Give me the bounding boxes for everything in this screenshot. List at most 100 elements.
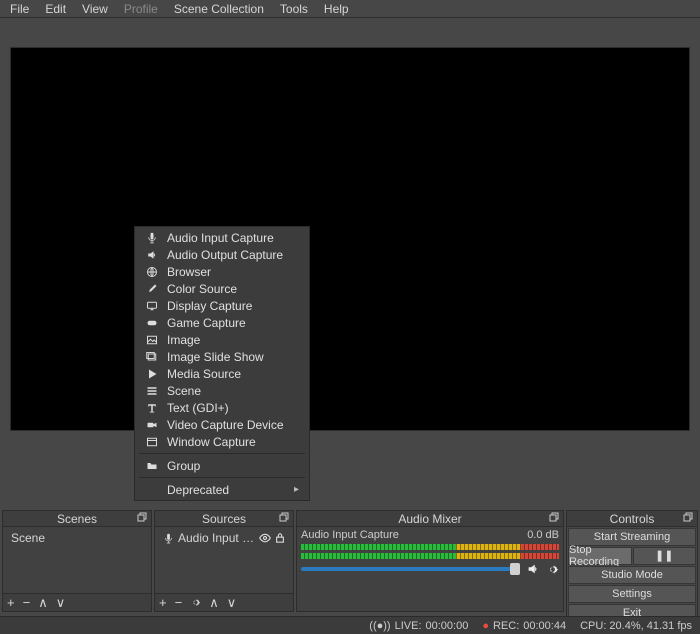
ctx-label: Text (GDI+) <box>167 401 229 415</box>
settings-button[interactable]: Settings <box>568 585 696 603</box>
scene-list-item[interactable]: Scene <box>7 529 147 547</box>
ctx-media-source[interactable]: Media Source <box>135 365 309 382</box>
ctx-video-capture-device[interactable]: Video Capture Device <box>135 416 309 433</box>
ctx-scene[interactable]: Scene <box>135 382 309 399</box>
add-scene-button[interactable]: + <box>7 595 15 610</box>
studio-mode-button[interactable]: Studio Mode <box>568 566 696 584</box>
ctx-label: Game Capture <box>167 316 246 330</box>
move-source-up-button[interactable]: ∧ <box>209 595 219 611</box>
remove-scene-button[interactable]: − <box>23 595 31 610</box>
speaker-icon <box>145 248 159 262</box>
ctx-game-capture[interactable]: Game Capture <box>135 314 309 331</box>
folder-icon <box>145 459 159 473</box>
gamepad-icon <box>145 316 159 330</box>
lock-toggle-icon[interactable] <box>275 532 285 544</box>
slideshow-icon <box>145 350 159 364</box>
text-icon <box>145 401 159 415</box>
undock-icon[interactable] <box>279 512 291 524</box>
remove-source-button[interactable]: − <box>175 595 183 610</box>
mixer-channel-name: Audio Input Capture <box>301 529 399 541</box>
stop-recording-button[interactable]: Stop Recording <box>568 547 632 565</box>
ctx-label: Audio Input Capture <box>167 231 274 245</box>
undock-icon[interactable] <box>549 512 561 524</box>
ctx-audio-output-capture[interactable]: Audio Output Capture <box>135 246 309 263</box>
ctx-deprecated[interactable]: Deprecated ▸ <box>135 481 309 498</box>
menu-profile[interactable]: Profile <box>116 1 166 17</box>
source-properties-button[interactable] <box>190 597 201 608</box>
play-icon <box>145 367 159 381</box>
audio-meter <box>301 553 559 559</box>
mixer-settings-icon[interactable] <box>546 563 559 576</box>
preview-canvas[interactable] <box>10 47 690 431</box>
panel-title-text: Controls <box>610 512 655 526</box>
monitor-icon <box>145 299 159 313</box>
ctx-label: Audio Output Capture <box>167 248 283 262</box>
ctx-label: Image Slide Show <box>167 350 264 364</box>
ctx-label: Window Capture <box>167 435 256 449</box>
ctx-separator <box>139 477 305 478</box>
undock-icon[interactable] <box>137 512 149 524</box>
menu-help[interactable]: Help <box>316 1 357 17</box>
ctx-image[interactable]: Image <box>135 331 309 348</box>
ctx-display-capture[interactable]: Display Capture <box>135 297 309 314</box>
mixer-panel-title: Audio Mixer <box>297 511 563 527</box>
status-live: ((●)) LIVE: 00:00:00 <box>369 620 468 632</box>
mixer-channel-level: 0.0 dB <box>527 529 559 541</box>
ctx-text-gdi[interactable]: Text (GDI+) <box>135 399 309 416</box>
scenes-toolbar: + − ∧ ∨ <box>3 593 151 611</box>
brush-icon <box>145 282 159 296</box>
ctx-browser[interactable]: Browser <box>135 263 309 280</box>
panel-title-text: Audio Mixer <box>398 512 461 526</box>
mute-button-icon[interactable] <box>526 562 540 576</box>
scene-name: Scene <box>11 531 143 545</box>
mixer-channel: Audio Input Capture 0.0 dB <box>297 527 563 578</box>
sources-panel: Sources Audio Input Capture + − ∧ ∨ <box>154 510 294 612</box>
scenes-panel-title: Scenes <box>3 511 151 527</box>
controls-panel-title: Controls <box>567 511 697 527</box>
menu-file[interactable]: File <box>2 1 37 17</box>
pause-recording-button[interactable]: ❚❚ <box>633 547 697 565</box>
visibility-toggle-icon[interactable] <box>259 532 271 544</box>
move-scene-up-button[interactable]: ∧ <box>38 595 48 611</box>
volume-slider[interactable] <box>301 567 520 571</box>
ctx-window-capture[interactable]: Window Capture <box>135 433 309 450</box>
live-time: 00:00:00 <box>426 620 469 632</box>
add-source-button[interactable]: + <box>159 595 167 610</box>
camera-icon <box>145 418 159 432</box>
ctx-group[interactable]: Group <box>135 457 309 474</box>
list-icon <box>145 384 159 398</box>
undock-icon[interactable] <box>683 512 695 524</box>
ctx-color-source[interactable]: Color Source <box>135 280 309 297</box>
status-cpu: CPU: 20.4%, 41.31 fps <box>580 620 692 632</box>
ctx-label: Media Source <box>167 367 241 381</box>
ctx-label: Scene <box>167 384 201 398</box>
rec-label: REC: <box>493 620 519 632</box>
ctx-label: Display Capture <box>167 299 252 313</box>
status-bar: ((●)) LIVE: 00:00:00 ● REC: 00:00:44 CPU… <box>0 616 700 634</box>
ctx-label: Group <box>167 459 200 473</box>
source-name: Audio Input Capture <box>178 531 255 545</box>
ctx-label: Deprecated <box>167 483 229 497</box>
menu-tools[interactable]: Tools <box>272 1 316 17</box>
ctx-separator <box>139 453 305 454</box>
preview-area <box>0 18 700 414</box>
mic-icon <box>163 533 174 544</box>
globe-icon <box>145 265 159 279</box>
ctx-audio-input-capture[interactable]: Audio Input Capture <box>135 229 309 246</box>
panel-title-text: Scenes <box>57 512 97 526</box>
move-scene-down-button[interactable]: ∨ <box>56 595 66 611</box>
source-list-item[interactable]: Audio Input Capture <box>159 529 289 547</box>
rec-time: 00:00:44 <box>523 620 566 632</box>
ctx-label: Browser <box>167 265 211 279</box>
menu-view[interactable]: View <box>74 1 116 17</box>
move-source-down-button[interactable]: ∨ <box>227 595 237 611</box>
audio-meter <box>301 544 559 550</box>
sources-panel-title: Sources <box>155 511 293 527</box>
menubar: File Edit View Profile Scene Collection … <box>0 0 700 18</box>
audio-mixer-panel: Audio Mixer Audio Input Capture 0.0 dB <box>296 510 564 612</box>
ctx-image-slide-show[interactable]: Image Slide Show <box>135 348 309 365</box>
menu-edit[interactable]: Edit <box>37 1 74 17</box>
menu-scene-collection[interactable]: Scene Collection <box>166 1 272 17</box>
add-source-context-menu: Audio Input Capture Audio Output Capture… <box>134 226 310 501</box>
panel-title-text: Sources <box>202 512 246 526</box>
